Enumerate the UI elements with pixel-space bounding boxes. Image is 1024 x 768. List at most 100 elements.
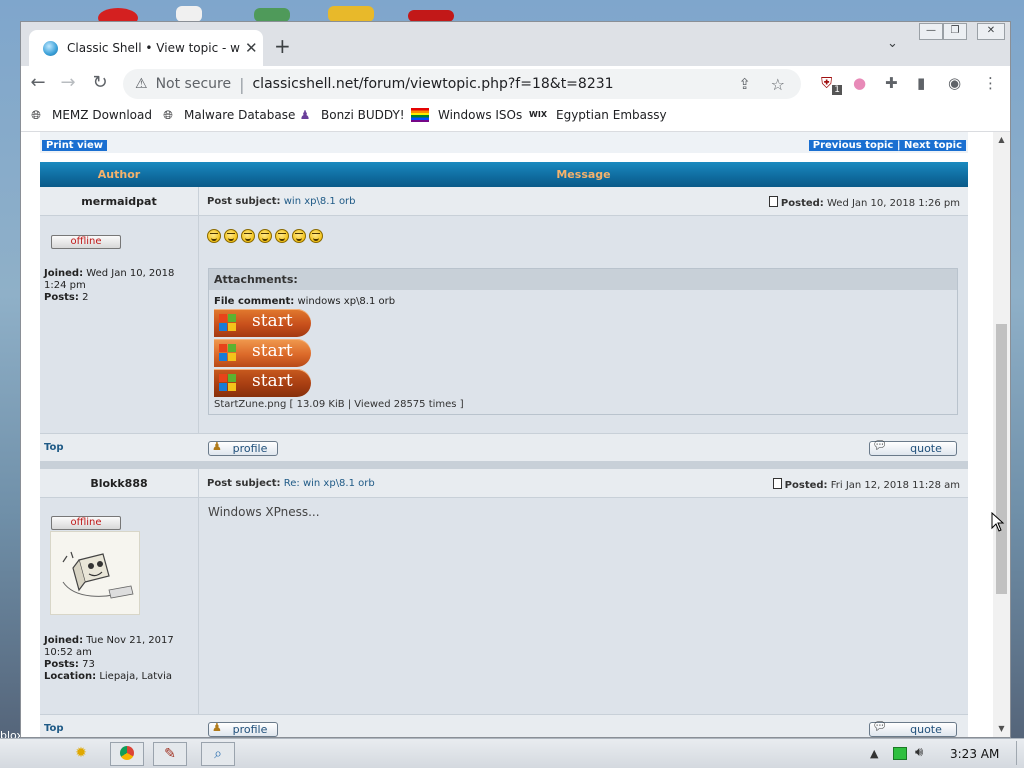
close-window-button[interactable]: ✕ <box>977 23 1005 40</box>
profile-button[interactable]: ♟ profile <box>208 440 278 456</box>
posted-label: Posted: <box>784 480 828 491</box>
address-bar[interactable]: ⚠ Not secure | classicshell.net/forum/vi… <box>123 69 801 99</box>
tab-classic-shell[interactable]: Classic Shell • View topic - win xp\8.1 … <box>29 30 263 66</box>
menu-kebab-icon[interactable]: ⋮ <box>983 74 998 92</box>
quote-button[interactable]: 💬︎ quote <box>869 720 957 737</box>
attachment-file-info: StartZune.png [ 13.09 KiB | Viewed 28575… <box>214 399 464 410</box>
maximize-button[interactable]: ❐ <box>943 23 967 40</box>
reload-icon[interactable]: ↻ <box>88 72 112 93</box>
minimize-button[interactable]: — <box>919 23 943 40</box>
warning-triangle-icon[interactable]: ⚠ <box>135 76 148 92</box>
post-subject-link[interactable]: Re: win xp\8.1 orb <box>284 478 375 489</box>
bookmark-windows-isos[interactable]: Windows ISOs <box>411 108 522 122</box>
taskbar-explorer-button[interactable]: ✹ <box>64 742 98 766</box>
bookmark-bonzi-buddy[interactable]: ♟ Bonzi BUDDY! <box>298 108 405 122</box>
scroll-down-arrow-icon[interactable]: ▼ <box>993 724 1010 733</box>
taskbar-clock[interactable]: 3:23 AM <box>950 747 999 761</box>
tray-network-icon[interactable] <box>893 747 907 760</box>
post-document-icon[interactable] <box>768 196 778 207</box>
back-arrow-icon[interactable]: ← <box>26 72 50 93</box>
start-orb-image-pressed[interactable]: start <box>214 369 311 397</box>
start-orb-image-hover[interactable]: start <box>214 339 311 367</box>
show-desktop-button[interactable] <box>1016 741 1023 765</box>
tab-close-icon[interactable]: ✕ <box>245 39 258 57</box>
grin-smiley-icon <box>241 229 255 243</box>
quote-button[interactable]: 💬︎ quote <box>869 438 957 456</box>
extensions-puzzle-icon[interactable]: ✚ <box>885 74 898 92</box>
attachments-title: Attachments: <box>209 269 957 290</box>
post-subject-label: Post subject: <box>207 478 281 489</box>
ublock-extension-icon[interactable]: ⛨ 1 <box>821 74 842 95</box>
grin-smiley-icon <box>309 229 323 243</box>
post-subject-link[interactable]: win xp\8.1 orb <box>284 196 356 207</box>
tray-expand-arrow-icon[interactable]: ▲ <box>870 747 878 760</box>
bookmarks-bar: 🌐︎ MEMZ Download 🌐︎ Malware Database ♟ B… <box>21 102 1010 132</box>
profile-button[interactable]: ♟ profile <box>208 721 278 737</box>
author-info: Joined: Tue Nov 21, 2017 10:52 am Posts:… <box>44 635 194 683</box>
desktop-icon-shield[interactable] <box>254 8 290 22</box>
taskbar-app-button[interactable]: ✎ <box>153 742 187 766</box>
desktop-icon-folder[interactable] <box>328 6 374 22</box>
post-mermaidpat: mermaidpat Post subject: win xp\8.1 orb … <box>40 187 968 461</box>
posts-value: 2 <box>82 292 89 303</box>
user-avatar <box>50 531 140 615</box>
bookmark-label: MEMZ Download <box>52 108 152 122</box>
taskbar-app-button-2[interactable]: ⌕ <box>201 742 235 766</box>
post-document-icon[interactable] <box>772 478 782 489</box>
wix-icon: WIX <box>529 110 547 119</box>
location-value: Liepaja, Latvia <box>99 671 172 682</box>
vertical-scrollbar[interactable]: ▲ ▼ <box>993 132 1010 737</box>
forward-arrow-icon[interactable]: → <box>56 72 80 93</box>
profile-user-icon: ♟ <box>212 440 222 453</box>
tab-search-chevron-icon[interactable]: ⌄ <box>887 36 898 51</box>
bookmark-egyptian-embassy[interactable]: WIX Egyptian Embassy <box>529 108 667 122</box>
posted-value: Wed Jan 10, 2018 1:26 pm <box>826 198 960 209</box>
next-topic-link[interactable]: Next topic <box>904 140 962 151</box>
page-viewport: Print view Previous topic | Next topic A… <box>21 132 993 737</box>
scrollbar-thumb[interactable] <box>996 324 1007 594</box>
profile-avatar-icon[interactable]: ◉ <box>948 74 961 92</box>
top-link[interactable]: Top <box>44 442 64 453</box>
desktop-icon-paper[interactable] <box>176 6 202 22</box>
new-tab-button[interactable]: + <box>274 34 291 58</box>
quote-button-label: quote <box>910 442 942 455</box>
column-divider <box>198 469 199 737</box>
security-label[interactable]: Not secure <box>156 76 232 92</box>
post-author-name: mermaidpat <box>81 195 157 208</box>
start-label: start <box>252 311 293 331</box>
offline-status-badge: offline <box>51 516 121 530</box>
side-panel-icon[interactable]: ▮ <box>917 74 925 92</box>
posted-value: Fri Jan 12, 2018 11:28 am <box>830 480 960 491</box>
share-icon[interactable]: ⇪ <box>738 75 751 93</box>
url-text[interactable]: classicshell.net/forum/viewtopic.php?f=1… <box>252 76 613 92</box>
quote-bubble-icon: 💬︎ <box>872 438 888 452</box>
topic-nav-bar: Print view Previous topic | Next topic <box>40 132 968 153</box>
taskbar-chrome-button[interactable] <box>110 742 144 766</box>
offline-status-badge: offline <box>51 235 121 249</box>
post-header-row: mermaidpat Post subject: win xp\8.1 orb … <box>40 187 968 216</box>
start-label: start <box>252 371 293 391</box>
print-view-link[interactable]: Print view <box>42 140 108 151</box>
scroll-up-arrow-icon[interactable]: ▲ <box>993 135 1010 144</box>
windows-flag-icon <box>219 374 237 392</box>
bookmark-star-icon[interactable]: ☆ <box>771 75 785 94</box>
bookmark-malware-database[interactable]: 🌐︎ Malware Database <box>161 108 295 122</box>
top-link[interactable]: Top <box>44 723 64 734</box>
profile-button-label: profile <box>232 442 268 455</box>
bookmark-label: Bonzi BUDDY! <box>321 108 405 122</box>
previous-topic-link[interactable]: Previous topic <box>813 140 894 151</box>
bookmark-label: Windows ISOs <box>438 108 523 122</box>
profile-button-label: profile <box>232 723 268 736</box>
pride-extension-icon[interactable]: ● <box>853 74 866 92</box>
globe-icon: 🌐︎ <box>31 108 41 122</box>
windows-flag-icon <box>219 344 237 362</box>
posts-label: Posts: <box>44 659 79 670</box>
tray-volume-icon[interactable]: 🔊︎ <box>915 745 923 760</box>
start-label: start <box>252 341 293 361</box>
grin-smiley-icon <box>258 229 272 243</box>
start-orb-image-normal[interactable]: start <box>214 309 311 337</box>
profile-user-icon: ♟ <box>212 721 222 734</box>
post-footer-row: Top ♟ profile 💬︎ quote <box>40 433 968 461</box>
posted-label: Posted: <box>780 198 824 209</box>
bookmark-memz-download[interactable]: 🌐︎ MEMZ Download <box>29 108 152 122</box>
